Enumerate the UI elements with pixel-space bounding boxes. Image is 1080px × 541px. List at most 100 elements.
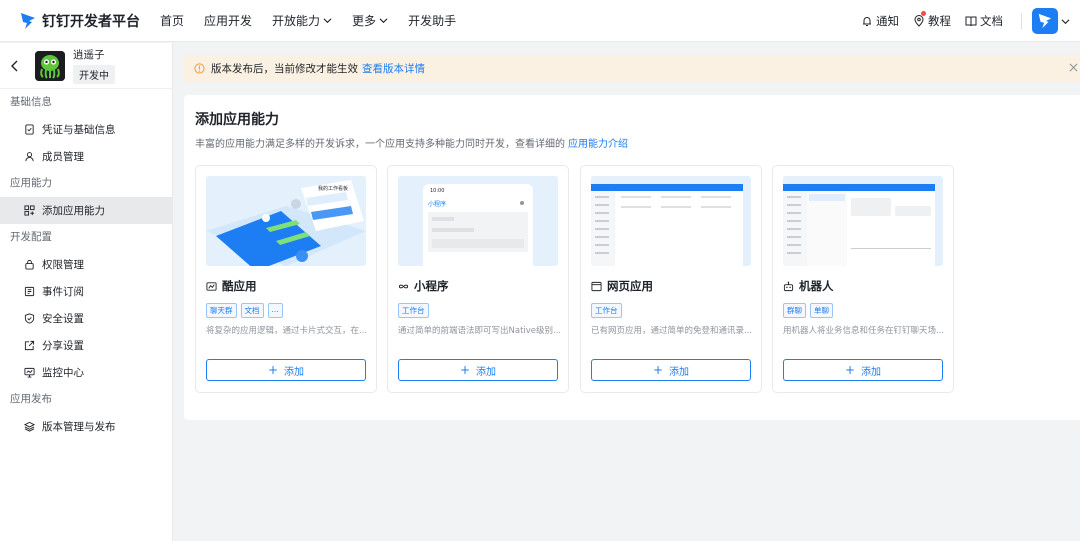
chevron-down-icon[interactable] xyxy=(1061,17,1070,26)
card-preview-miniapp: 10:00 小程序 xyxy=(398,176,558,266)
brand[interactable]: 钉钉开发者平台 xyxy=(20,11,150,31)
book-icon xyxy=(965,16,977,27)
top-nav-bar: 钉钉开发者平台 首页 应用开发 开放能力 更多 开发助手 通知 教程 文档 xyxy=(0,0,1080,42)
status-badge: 开发中 xyxy=(73,65,115,84)
sidebar-item-share[interactable]: 分享设置 xyxy=(0,332,172,359)
notice-link[interactable]: 查看版本详情 xyxy=(362,61,425,76)
info-icon xyxy=(194,63,205,74)
capability-card-cool-app: 我的工作看板 酷应用 聊天群 文档 ... 将复杂的应用逻辑，通过卡片式交互，在… xyxy=(195,165,377,393)
nav-home[interactable]: 首页 xyxy=(160,12,184,29)
nav-open-capability[interactable]: 开放能力 xyxy=(272,12,332,29)
nav-more[interactable]: 更多 xyxy=(352,12,388,29)
capability-card-robot: 机器人 群聊 单聊 用机器人将业务信息和任务在钉钉聊天场... + 添加 xyxy=(772,165,954,393)
tag-list: 聊天群 文档 ... xyxy=(206,303,287,318)
unread-dot xyxy=(921,11,926,16)
card-description: 已有网页应用，通过简单的免登和通讯录... xyxy=(591,326,753,336)
card-title: 机器人 xyxy=(783,278,834,294)
chevron-down-icon xyxy=(379,18,388,24)
layers-icon xyxy=(24,421,35,432)
card-description: 将复杂的应用逻辑，通过卡片式交互，在... xyxy=(206,326,368,336)
card-preview-robot xyxy=(783,176,943,266)
group-title-basic: 基础信息 xyxy=(10,96,52,108)
credential-icon xyxy=(25,124,34,135)
group-title-dev-config: 开发配置 xyxy=(10,231,52,243)
top-right-actions: 通知 教程 文档 xyxy=(847,0,1070,42)
user-icon xyxy=(25,152,34,162)
octopus-icon xyxy=(35,50,65,81)
user-avatar[interactable] xyxy=(1032,8,1058,34)
infinity-icon xyxy=(398,284,409,288)
app-name: 逍遥子 xyxy=(73,49,105,61)
add-robot-button[interactable]: + 添加 xyxy=(783,359,943,381)
card-title: 酷应用 xyxy=(206,278,257,294)
tag: 工作台 xyxy=(591,303,622,318)
tag-list: 工作台 xyxy=(591,303,626,318)
miniapp-preview-title: 小程序 xyxy=(428,200,446,208)
card-preview-web-app xyxy=(591,176,751,266)
robot-illustration xyxy=(783,176,943,266)
nav-dev-assistant[interactable]: 开发助手 xyxy=(408,12,456,29)
share-icon xyxy=(24,340,35,351)
app-header: 逍遥子 开发中 xyxy=(0,43,172,89)
sidebar-item-monitor[interactable]: 监控中心 xyxy=(0,359,172,386)
sidebar-item-versions[interactable]: 版本管理与发布 xyxy=(0,413,172,440)
cool-app-preview-label: 我的工作看板 xyxy=(318,185,348,192)
plus-icon: + xyxy=(844,363,856,377)
add-cool-app-button[interactable]: + 添加 xyxy=(206,359,366,381)
tag: 单聊 xyxy=(810,303,833,318)
capability-card-miniapp: 10:00 小程序 小程序 工作台 通过简单的前端语法即可写出Native级别.… xyxy=(387,165,569,393)
plus-icon: + xyxy=(459,363,471,377)
close-icon[interactable] xyxy=(1069,63,1078,72)
event-icon xyxy=(24,286,35,297)
notify-link[interactable]: 通知 xyxy=(861,13,899,29)
chevron-left-icon[interactable] xyxy=(9,60,21,72)
add-miniapp-button[interactable]: + 添加 xyxy=(398,359,558,381)
notice-banner: 版本发布后，当前修改才能生效 查看版本详情 xyxy=(184,55,1080,82)
dingtalk-logo-icon xyxy=(1038,13,1052,29)
sidebar-item-security[interactable]: 安全设置 xyxy=(0,305,172,332)
plus-icon: + xyxy=(267,363,279,377)
divider xyxy=(1021,13,1022,29)
brand-name: 钉钉开发者平台 xyxy=(42,13,140,30)
tag: 群聊 xyxy=(783,303,806,318)
capability-intro-link[interactable]: 应用能力介绍 xyxy=(568,139,628,150)
group-title-release: 应用发布 xyxy=(10,393,52,405)
tutorial-link[interactable]: 教程 xyxy=(913,11,951,29)
card-title: 小程序 xyxy=(398,278,449,294)
app-meta: 逍遥子 开发中 xyxy=(73,47,115,84)
capability-card-web-app: 网页应用 工作台 已有网页应用，通过简单的免登和通讯录... + 添加 xyxy=(580,165,762,393)
add-web-app-button[interactable]: + 添加 xyxy=(591,359,751,381)
card-title: 网页应用 xyxy=(591,278,653,294)
panel-description: 丰富的应用能力满足多样的开发诉求，一个应用支持多种能力同时开发，查看详细的 应用能… xyxy=(195,139,628,150)
card-description: 通过简单的前端语法即可写出Native级别... xyxy=(398,326,560,336)
notice-text: 版本发布后，当前修改才能生效 xyxy=(211,63,358,75)
group-title-capability: 应用能力 xyxy=(10,177,52,189)
nav-app-dev[interactable]: 应用开发 xyxy=(204,12,252,29)
robot-icon xyxy=(783,281,794,291)
capability-panel: 添加应用能力 丰富的应用能力满足多样的开发诉求，一个应用支持多种能力同时开发，查… xyxy=(184,95,1080,420)
lock-icon xyxy=(25,259,34,270)
monitor-icon xyxy=(24,367,35,378)
cool-app-illustration: 我的工作看板 xyxy=(206,176,366,266)
sidebar-item-credentials[interactable]: 凭证与基础信息 xyxy=(0,116,172,143)
card-preview-cool-app: 我的工作看板 xyxy=(206,176,366,266)
tag: 工作台 xyxy=(398,303,429,318)
sidebar-item-add-capability[interactable]: 添加应用能力 xyxy=(0,197,172,224)
tag-list: 工作台 xyxy=(398,303,433,318)
tag: 聊天群 xyxy=(206,303,237,318)
sidebar-item-permissions[interactable]: 权限管理 xyxy=(0,251,172,278)
tag-more[interactable]: ... xyxy=(267,303,283,318)
web-app-illustration xyxy=(591,176,751,266)
chevron-down-icon xyxy=(323,18,332,24)
sidebar: 逍遥子 开发中 基础信息 凭证与基础信息 成员管理 应用能力 添加应用能力 开发… xyxy=(0,43,173,541)
docs-link[interactable]: 文档 xyxy=(965,13,1003,29)
sidebar-item-members[interactable]: 成员管理 xyxy=(0,143,172,170)
sidebar-item-events[interactable]: 事件订阅 xyxy=(0,278,172,305)
app-avatar xyxy=(35,50,65,81)
location-pin-icon xyxy=(914,15,924,27)
dingtalk-logo-icon xyxy=(21,12,35,29)
tag-list: 群聊 单聊 xyxy=(783,303,837,318)
browser-window-icon xyxy=(591,281,602,291)
miniapp-illustration: 10:00 小程序 xyxy=(398,176,558,266)
bell-icon xyxy=(863,17,871,26)
